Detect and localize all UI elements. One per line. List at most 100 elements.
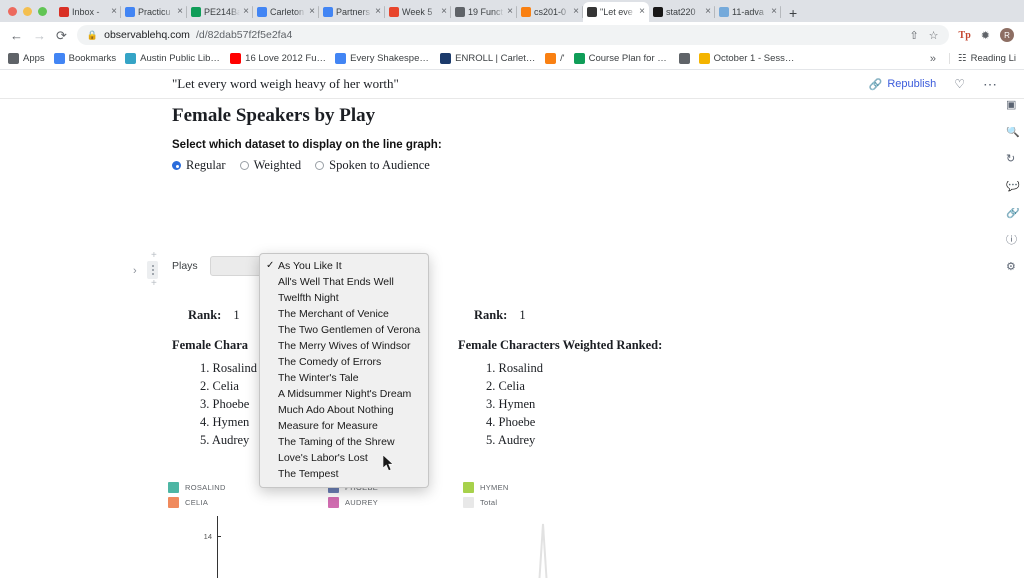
close-tab-icon[interactable]: × <box>441 7 447 17</box>
dropdown-option[interactable]: The Merchant of Venice <box>260 306 428 322</box>
close-tab-icon[interactable]: × <box>177 7 183 17</box>
browser-tab[interactable]: Carleton × <box>253 2 319 22</box>
dropdown-option[interactable]: The Taming of the Shrew <box>260 434 428 450</box>
browser-tab[interactable]: "Let eve × <box>583 2 649 22</box>
insert-cell-below-button[interactable]: + <box>151 279 157 289</box>
rank-column-weighted: Rank: 1 Female Characters Weighted Ranked… <box>458 308 708 449</box>
search-icon[interactable]: 🔍 <box>1006 127 1022 138</box>
close-tab-icon[interactable]: × <box>507 7 513 17</box>
tabs-container: Inbox - × Practicu × PE214Ba × Carleton × Partne… <box>55 2 781 22</box>
character-list-item: Celia <box>486 377 708 395</box>
browser-tab[interactable]: Week 5 × <box>385 2 451 22</box>
dropdown-option[interactable]: As You Like It <box>260 258 428 274</box>
bookmark-item[interactable]: Austin Public Libr… <box>125 53 221 64</box>
extensions-puzzle-icon[interactable]: ✹ <box>981 29 990 42</box>
dropdown-option[interactable]: The Winter's Tale <box>260 370 428 386</box>
browser-tab[interactable]: stat220 × <box>649 2 715 22</box>
browser-tab[interactable]: 11-adva × <box>715 2 781 22</box>
bookmark-item[interactable]: ENROLL | Carleto… <box>440 53 536 64</box>
minimize-window-button[interactable] <box>23 6 32 16</box>
bookmark-item[interactable]: 16 Love 2012 Full… <box>230 53 326 64</box>
radio-button[interactable] <box>315 161 325 170</box>
close-tab-icon[interactable]: × <box>375 7 381 17</box>
link-icon[interactable]: 🔗 <box>1006 208 1022 219</box>
close-tab-icon[interactable]: × <box>705 7 711 17</box>
history-icon[interactable]: ↻ <box>1006 154 1022 165</box>
radio-button[interactable] <box>239 161 249 170</box>
close-tab-icon[interactable]: × <box>111 7 117 17</box>
browser-tab[interactable]: Inbox - × <box>55 2 121 22</box>
rank-value-weighted: 1 <box>519 308 526 322</box>
close-window-button[interactable] <box>8 6 17 16</box>
browser-tab[interactable]: PE214Ba × <box>187 2 253 22</box>
tab-strip: Inbox - × Practicu × PE214Ba × Carleton × Partne… <box>0 0 1024 22</box>
heart-icon[interactable]: ♡ <box>954 77 965 91</box>
dataset-radio-option[interactable]: Spoken to Audience <box>315 158 430 173</box>
insert-cell-above-button[interactable]: + <box>151 251 157 261</box>
bookmark-star-icon[interactable]: ☆ <box>929 29 939 42</box>
plays-dropdown-menu[interactable]: As You Like ItAll's Well That Ends WellT… <box>259 253 429 488</box>
cell-icon[interactable]: ▣ <box>1006 100 1022 111</box>
settings-icon[interactable]: ⚙ <box>1006 262 1022 273</box>
bookmark-item[interactable]: Bookmarks <box>53 53 116 64</box>
y-tick-mark-14 <box>217 536 221 537</box>
characters-list-weighted: RosalindCeliaHymenPhoebeAudrey <box>458 359 708 449</box>
notebook-title: "Let every word weigh heavy of her worth… <box>172 76 399 91</box>
bookmark-item[interactable]: Course Plan for D… <box>573 53 670 64</box>
dropdown-option[interactable]: The Comedy of Errors <box>260 354 428 370</box>
dropdown-option[interactable]: All's Well That Ends Well <box>260 274 428 290</box>
bookmark-item[interactable] <box>678 53 690 64</box>
dataset-radio-option[interactable]: Weighted <box>239 158 301 173</box>
legend-label: Total <box>480 498 498 507</box>
back-icon[interactable]: ← <box>10 29 23 42</box>
chevron-right-icon[interactable]: › <box>133 265 137 277</box>
link-icon: 🔗 <box>868 78 883 91</box>
characters-heading-weighted: Female Characters Weighted Ranked: <box>458 338 663 352</box>
reading-list-button[interactable]: ☷ Reading Li <box>949 53 1016 64</box>
dropdown-option[interactable]: The Tempest <box>260 466 428 482</box>
page-title: Female Speakers by Play <box>172 105 376 126</box>
close-tab-icon[interactable]: × <box>771 7 777 17</box>
new-tab-button[interactable]: + <box>789 6 797 20</box>
dropdown-option[interactable]: A Midsummer Night's Dream <box>260 386 428 402</box>
bookmark-item[interactable]: /ʹ <box>545 53 565 64</box>
bookmark-label: Austin Public Libr… <box>140 53 222 64</box>
republish-button[interactable]: 🔗 Republish <box>869 78 937 91</box>
close-tab-icon[interactable]: × <box>243 7 249 17</box>
dropdown-option[interactable]: Twelfth Night <box>260 290 428 306</box>
character-list-item: Phoebe <box>486 413 708 431</box>
close-tab-icon[interactable]: × <box>639 7 645 17</box>
share-icon[interactable]: ⇧ <box>909 29 918 42</box>
close-tab-icon[interactable]: × <box>573 7 579 17</box>
ellipsis-icon[interactable]: ⋯ <box>983 77 998 91</box>
observable-icon <box>587 7 597 17</box>
profile-avatar[interactable]: R <box>1000 28 1014 42</box>
cell-drag-handle[interactable] <box>147 261 158 279</box>
browser-tab[interactable]: cs201-0 × <box>517 2 583 22</box>
reading-list-label: Reading Li <box>970 53 1016 64</box>
browser-tab[interactable]: Practicu × <box>121 2 187 22</box>
comment-icon[interactable]: 💬 <box>1006 181 1022 192</box>
bookmark-item[interactable]: October 1 - Sessi… <box>698 53 795 64</box>
grammarly-extension-icon[interactable]: Tp <box>959 30 971 41</box>
dropdown-option[interactable]: Measure for Measure <box>260 418 428 434</box>
info-icon[interactable]: ⓘ <box>1006 235 1022 246</box>
bookmark-item[interactable]: Every Shakespear… <box>335 53 431 64</box>
bookmarks-overflow-button[interactable]: » <box>930 53 940 65</box>
close-tab-icon[interactable]: × <box>309 7 315 17</box>
dataset-radio-option[interactable]: Regular <box>172 158 226 173</box>
forward-icon[interactable]: → <box>33 29 46 42</box>
dropdown-option[interactable]: Much Ado About Nothing <box>260 402 428 418</box>
radio-button[interactable] <box>172 161 181 170</box>
reload-icon[interactable]: ⟳ <box>56 29 67 42</box>
dropdown-option[interactable]: Love's Labor's Lost <box>260 450 428 466</box>
dropdown-option[interactable]: The Two Gentlemen of Verona <box>260 322 428 338</box>
address-bar[interactable]: 🔒 observablehq.com/d/82dab57f2f5e2fa4 ⇧ … <box>76 25 949 45</box>
browser-tab[interactable]: Partners × <box>319 2 385 22</box>
browser-tab[interactable]: 19 Funct × <box>451 2 517 22</box>
dropdown-option[interactable]: The Merry Wives of Windsor <box>260 338 428 354</box>
plays-label: Plays <box>172 260 198 272</box>
y-tick-label-14: 14 <box>203 532 212 541</box>
bookmark-item[interactable]: Apps <box>8 53 45 64</box>
maximize-window-button[interactable] <box>38 6 47 16</box>
